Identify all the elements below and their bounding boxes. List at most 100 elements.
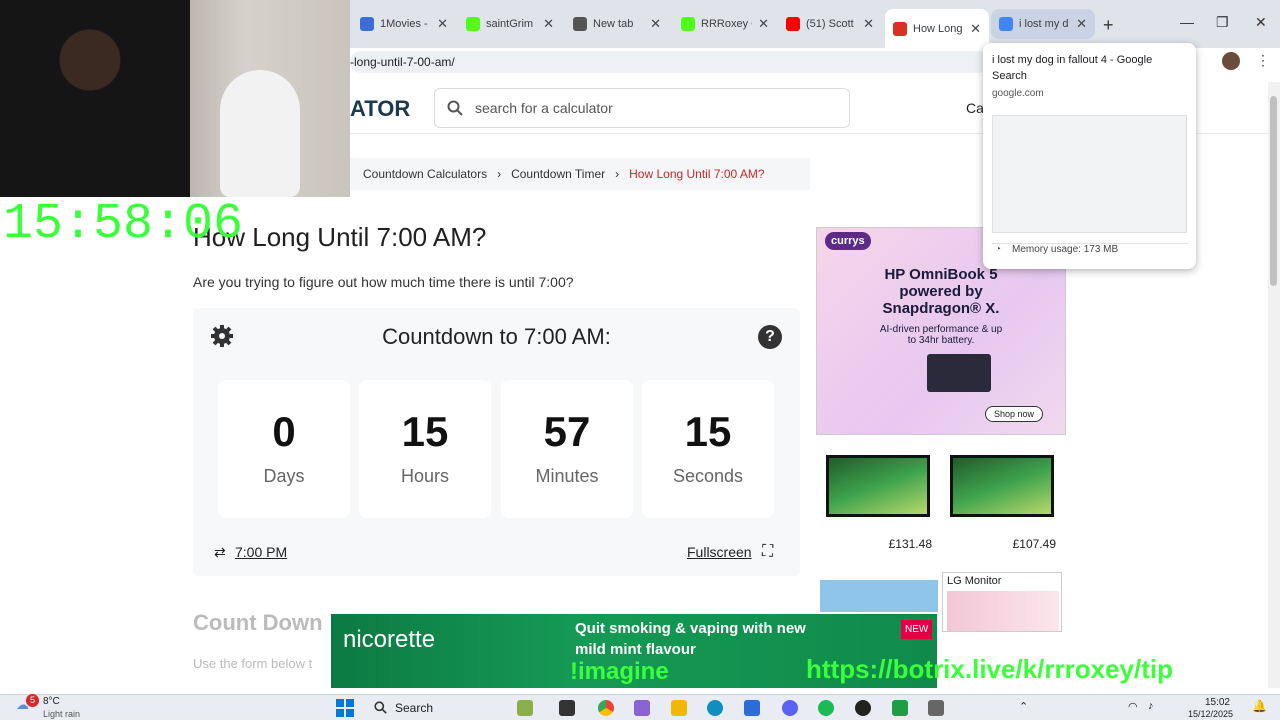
minutes-value: 57 [543,408,591,455]
breadcrumb-countdown-calculators[interactable]: Countdown Calculators [363,167,487,181]
tab-label: (51) Scott [806,18,854,30]
browser-tab[interactable]: RRRoxey C ✕ [673,9,777,39]
ad-headline: HP OmniBook 5 powered by Snapdragon® X. [882,266,1000,317]
tab-favicon-icon [999,17,1013,31]
discord-icon[interactable] [782,700,798,716]
close-tab-icon[interactable]: ✕ [970,21,981,37]
nav-link-partial[interactable]: Ca [966,100,984,116]
hours-value: 15 [401,408,449,455]
restore-button[interactable]: ❐ [1216,14,1229,31]
browser-tab[interactable]: saintGrim ✕ [458,9,562,39]
tab-favicon-icon [893,21,907,36]
breadcrumb-current: How Long Until 7:00 AM? [629,167,765,181]
menu-icon[interactable]: ⋮ [1256,52,1270,69]
product-ad-1[interactable]: £131.48 [818,447,938,553]
days-value: 0 [272,408,296,455]
notification-bell-icon[interactable]: 🔔 [1252,699,1267,713]
streamer-image [0,0,190,197]
breadcrumb-countdown-timer[interactable]: Countdown Timer [511,167,605,181]
scrollbar-thumb[interactable] [1270,96,1277,286]
tab-label: How Long [913,22,963,35]
url-field[interactable]: -long-until-7-00-am/ [350,51,990,73]
countdown-title: Countdown to 7:00 AM: [382,324,611,349]
help-icon[interactable]: ? [758,325,782,349]
minimize-button[interactable]: — [1180,14,1194,30]
countdown-days: 0 Days [218,380,350,518]
breadcrumb: Countdown Calculators › Countdown Timer … [350,158,810,190]
monitor-image [950,455,1054,517]
nicorette-headline: Quit smoking & vaping with new mild mint… [575,620,806,658]
seconds-value: 15 [684,408,732,455]
close-tab-icon[interactable]: ✕ [437,16,448,32]
intro-text: Are you trying to figure out how much ti… [193,274,574,290]
wifi-icon[interactable]: ◠ [1128,700,1138,713]
tab-label: New tab [593,18,634,30]
copilot-icon[interactable] [634,700,650,716]
browser-tab[interactable]: (51) Scott ✕ [778,9,882,39]
browser-tab[interactable]: How Long ✕ [885,9,989,48]
close-tab-icon[interactable]: ✕ [543,16,554,32]
folder-icon[interactable] [671,700,687,716]
tab-label: i lost my d [1019,18,1069,30]
tab-hover-preview: i lost my dog in fallout 4 - Google Sear… [983,43,1196,269]
product-ad-2[interactable]: £107.49 [942,447,1062,553]
chevron-up-icon[interactable]: ⌃ [1019,700,1028,713]
new-tab-button[interactable]: + [1103,15,1114,36]
minutes-label: Minutes [535,466,599,486]
search-icon [447,100,463,116]
close-tab-icon[interactable]: ✕ [863,16,874,32]
close-window-button[interactable]: ✕ [1255,14,1267,31]
profile-avatar[interactable] [1222,52,1240,70]
section-text: Use the form below t [193,656,313,671]
spotify-icon[interactable] [818,700,834,716]
preview-thumbnail [992,115,1187,233]
tab-favicon-icon [466,17,480,31]
monitor-image [947,591,1059,631]
expand-icon[interactable]: ⛶ [762,543,773,561]
file-icon[interactable] [559,700,575,716]
seconds-label: Seconds [672,466,744,486]
close-tab-icon[interactable]: ✕ [758,16,769,32]
taskbar-search[interactable]: Search [364,697,504,718]
app-icon[interactable] [892,700,908,716]
taskbar-date[interactable]: 15/12/2025 [1188,709,1233,719]
chrome-icon[interactable] [598,700,614,716]
app-icon[interactable] [517,700,533,716]
cat-image [220,70,300,197]
monitor-image [820,580,938,612]
browser-tab[interactable]: i lost my d ✕ [991,9,1095,39]
switch-time-link[interactable]: 7:00 PM [235,544,287,560]
browser-tab[interactable]: New tab ✕ [565,9,669,39]
weather-desc[interactable]: Light rain [43,709,80,719]
notification-badge: 5 [26,694,39,707]
section-heading: Count Down [193,610,323,635]
taskbar-search-label: Search [395,700,434,715]
edge-icon[interactable] [707,700,723,716]
tab-favicon-icon [573,17,587,31]
close-tab-icon[interactable]: ✕ [650,16,661,32]
windows-start-icon[interactable] [336,699,354,717]
shop-now-button[interactable]: Shop now [985,406,1044,422]
stream-command-overlay: !imagine [570,658,669,685]
days-label: Days [263,466,305,486]
site-logo[interactable]: ATOR [350,96,410,122]
close-tab-icon[interactable]: ✕ [1076,16,1087,32]
countdown-seconds: 15 Seconds [642,380,774,518]
fullscreen-link[interactable]: Fullscreen [687,544,752,560]
lg-label: LG Monitor [947,575,1002,587]
calculator-search-input[interactable]: search for a calculator [434,88,850,128]
countdown-hours: 15 Hours [359,380,491,518]
monitor-image [826,455,930,517]
obs-icon[interactable] [855,700,871,716]
weather-temp[interactable]: 8°C [43,696,60,707]
product-ad-3[interactable] [818,564,938,612]
tab-label: 1Movies - [380,18,428,30]
app-icon[interactable] [928,700,944,716]
product-ad-4[interactable]: LG Monitor [942,572,1062,632]
store-icon[interactable] [744,700,760,716]
browser-tab[interactable]: 1Movies - ✕ [352,9,456,39]
chevron-right-icon: › [497,167,502,181]
countdown-minutes: 57 Minutes [501,380,633,518]
taskbar-time[interactable]: 15:02 [1190,697,1230,708]
volume-icon[interactable]: ♪ [1148,700,1154,712]
